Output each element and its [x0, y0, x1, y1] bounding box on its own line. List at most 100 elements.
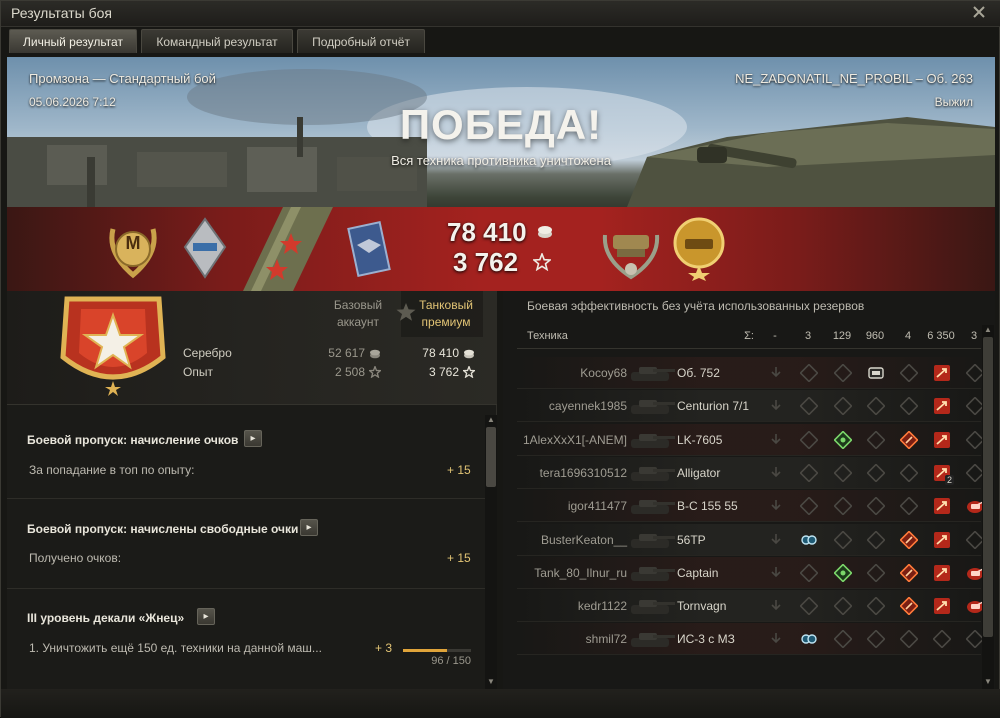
player-name: tera1696310512 — [539, 465, 627, 480]
inactive-stat-icon — [800, 563, 818, 582]
section-expand-button[interactable]: ▸ — [197, 608, 215, 625]
damage-icon[interactable] — [933, 364, 951, 382]
inactive-stat-icon — [900, 364, 918, 382]
assist-icon[interactable] — [800, 531, 818, 549]
tank-silhouette-icon — [631, 633, 675, 648]
tab-personal-result[interactable]: Личный результат — [9, 29, 137, 53]
inactive-stat-icon — [800, 463, 818, 482]
spotting-icon[interactable] — [867, 364, 885, 382]
player-vehicle: NE_ZADONATIL_NE_PROBIL – Об. 263 — [735, 71, 973, 86]
mastery-badge-label: М — [125, 233, 141, 253]
section-title: III уровень декали «Жнец» — [27, 611, 185, 625]
section-row-label: Получено очков: — [29, 551, 122, 565]
efficiency-row[interactable]: Kocoy68 Об. 752 — [517, 357, 984, 389]
scroll-up-icon[interactable]: ▲ — [486, 415, 496, 425]
destroyed-icon[interactable] — [900, 563, 918, 582]
efficiency-row[interactable]: tera1696310512 Alligator 2 — [517, 456, 984, 489]
efficiency-row[interactable]: kedr1122 Tornvagn — [517, 590, 984, 623]
reward-crate-icon[interactable] — [345, 219, 393, 279]
destroyed-icon[interactable] — [900, 430, 918, 449]
personal-result-panel: Базовый аккаунт Танковый премиум Серебро… — [7, 291, 497, 689]
inactive-stat-icon — [933, 630, 951, 649]
damage-icon[interactable] — [933, 564, 951, 582]
arrow-down-icon — [771, 367, 781, 378]
tank-name: Об. 752 — [677, 366, 720, 380]
column-header-kills: 4 — [904, 330, 912, 342]
inactive-stat-icon — [834, 397, 852, 416]
section-row-value: + 15 — [447, 463, 471, 477]
damage-icon[interactable] — [933, 497, 951, 515]
star-icon — [463, 366, 475, 378]
efficiency-row[interactable]: shmil72 ИС-3 с МЗ — [517, 623, 984, 656]
scroll-down-icon[interactable]: ▼ — [486, 677, 496, 687]
player-name: Kocoy68 — [580, 366, 627, 380]
damage-count-badge: 2 — [945, 474, 955, 485]
section-expand-button[interactable]: ▸ — [300, 519, 318, 536]
arrow-down-icon — [771, 466, 781, 478]
tank-name: 56TP — [677, 532, 706, 547]
map-and-mode: Промзона — Стандартный бой — [29, 71, 216, 86]
title-bar[interactable]: Результаты боя — [1, 1, 1000, 27]
efficiency-row[interactable]: cayennek1985 Centurion 7/1 — [517, 390, 984, 423]
critical-hit-icon[interactable] — [834, 430, 852, 449]
tab-detailed-report[interactable]: Подробный отчёт — [297, 29, 425, 53]
section-row-value: + 15 — [447, 551, 471, 565]
scrollbar-thumb[interactable] — [983, 337, 993, 637]
inactive-stat-icon — [900, 497, 918, 516]
achievement-rhombus-icon[interactable] — [183, 217, 227, 279]
tank-name: Alligator — [677, 465, 721, 480]
star-icon — [369, 366, 381, 378]
tab-team-result[interactable]: Командный результат — [141, 29, 293, 53]
efficiency-row[interactable]: Tank_80_Ilnur_ru Captain — [517, 556, 984, 589]
tank-name: Tornvagn — [677, 599, 727, 614]
result-banner: Промзона — Стандартный бой 05.06.2026 7:… — [7, 57, 995, 291]
column-header-crits: 129 — [832, 330, 852, 342]
inactive-stat-icon — [800, 397, 818, 416]
destroyed-icon[interactable] — [900, 530, 918, 549]
inactive-stat-icon — [834, 597, 852, 616]
player-name: igor411477 — [567, 499, 627, 514]
inactive-stat-icon — [834, 463, 852, 482]
efficiency-row[interactable]: igor411477 В-С 155 55 — [517, 490, 984, 523]
critical-hit-icon[interactable] — [834, 563, 852, 582]
silver-label: Серебро — [183, 346, 232, 360]
damage-icon[interactable] — [933, 397, 951, 415]
inactive-stat-icon — [834, 364, 852, 382]
right-scrollbar[interactable]: ▲ ▼ — [982, 325, 994, 689]
left-scrollbar[interactable]: ▲ ▼ — [485, 415, 497, 689]
arrow-down-icon — [771, 433, 781, 444]
progress-text: 96 / 150 — [431, 655, 471, 667]
inactive-stat-icon — [800, 430, 818, 449]
battlepass-points-section: Боевой пропуск: начисление очков ▸ За по… — [7, 411, 485, 499]
arrow-down-icon — [771, 500, 781, 511]
section-row-label: 1. Уничтожить ещё 150 ед. техники на дан… — [29, 641, 322, 655]
damage-icon[interactable] — [933, 431, 951, 449]
tank-name: Captain — [677, 565, 719, 580]
silver-base: 52 617 — [328, 346, 365, 360]
scroll-down-icon[interactable]: ▼ — [983, 677, 993, 687]
arrow-down-icon — [771, 566, 781, 577]
inactive-stat-icon — [834, 630, 852, 649]
player-name: cayennek1985 — [548, 399, 627, 414]
damage-icon[interactable] — [933, 597, 951, 615]
tank-silhouette-icon — [631, 600, 675, 615]
section-expand-button[interactable]: ▸ — [244, 430, 262, 447]
gold-tank-medal-icon[interactable] — [669, 215, 729, 281]
efficiency-row[interactable]: 1AlexXxX1[-ANEM] LK-7605 — [517, 423, 984, 456]
rank-emblem-icon — [60, 296, 166, 396]
damage-icon[interactable] — [933, 531, 951, 549]
credits-icon — [538, 226, 552, 238]
arrow-down-icon — [771, 533, 781, 544]
assist-icon[interactable] — [800, 630, 818, 648]
scroll-up-icon[interactable]: ▲ — [983, 325, 993, 335]
destroyed-icon[interactable] — [900, 597, 918, 616]
efficiency-row[interactable]: BusterKeaton__ 56TP — [517, 523, 984, 556]
tank-medal-icon[interactable] — [599, 215, 663, 283]
close-icon[interactable] — [971, 4, 987, 20]
inactive-stat-icon — [834, 497, 852, 516]
experience-premium: 3 762 — [428, 365, 459, 379]
star-icon — [533, 253, 551, 271]
stripe-medal-icon[interactable] — [243, 207, 333, 291]
scrollbar-thumb[interactable] — [486, 427, 496, 487]
inactive-stat-icon — [867, 630, 885, 649]
